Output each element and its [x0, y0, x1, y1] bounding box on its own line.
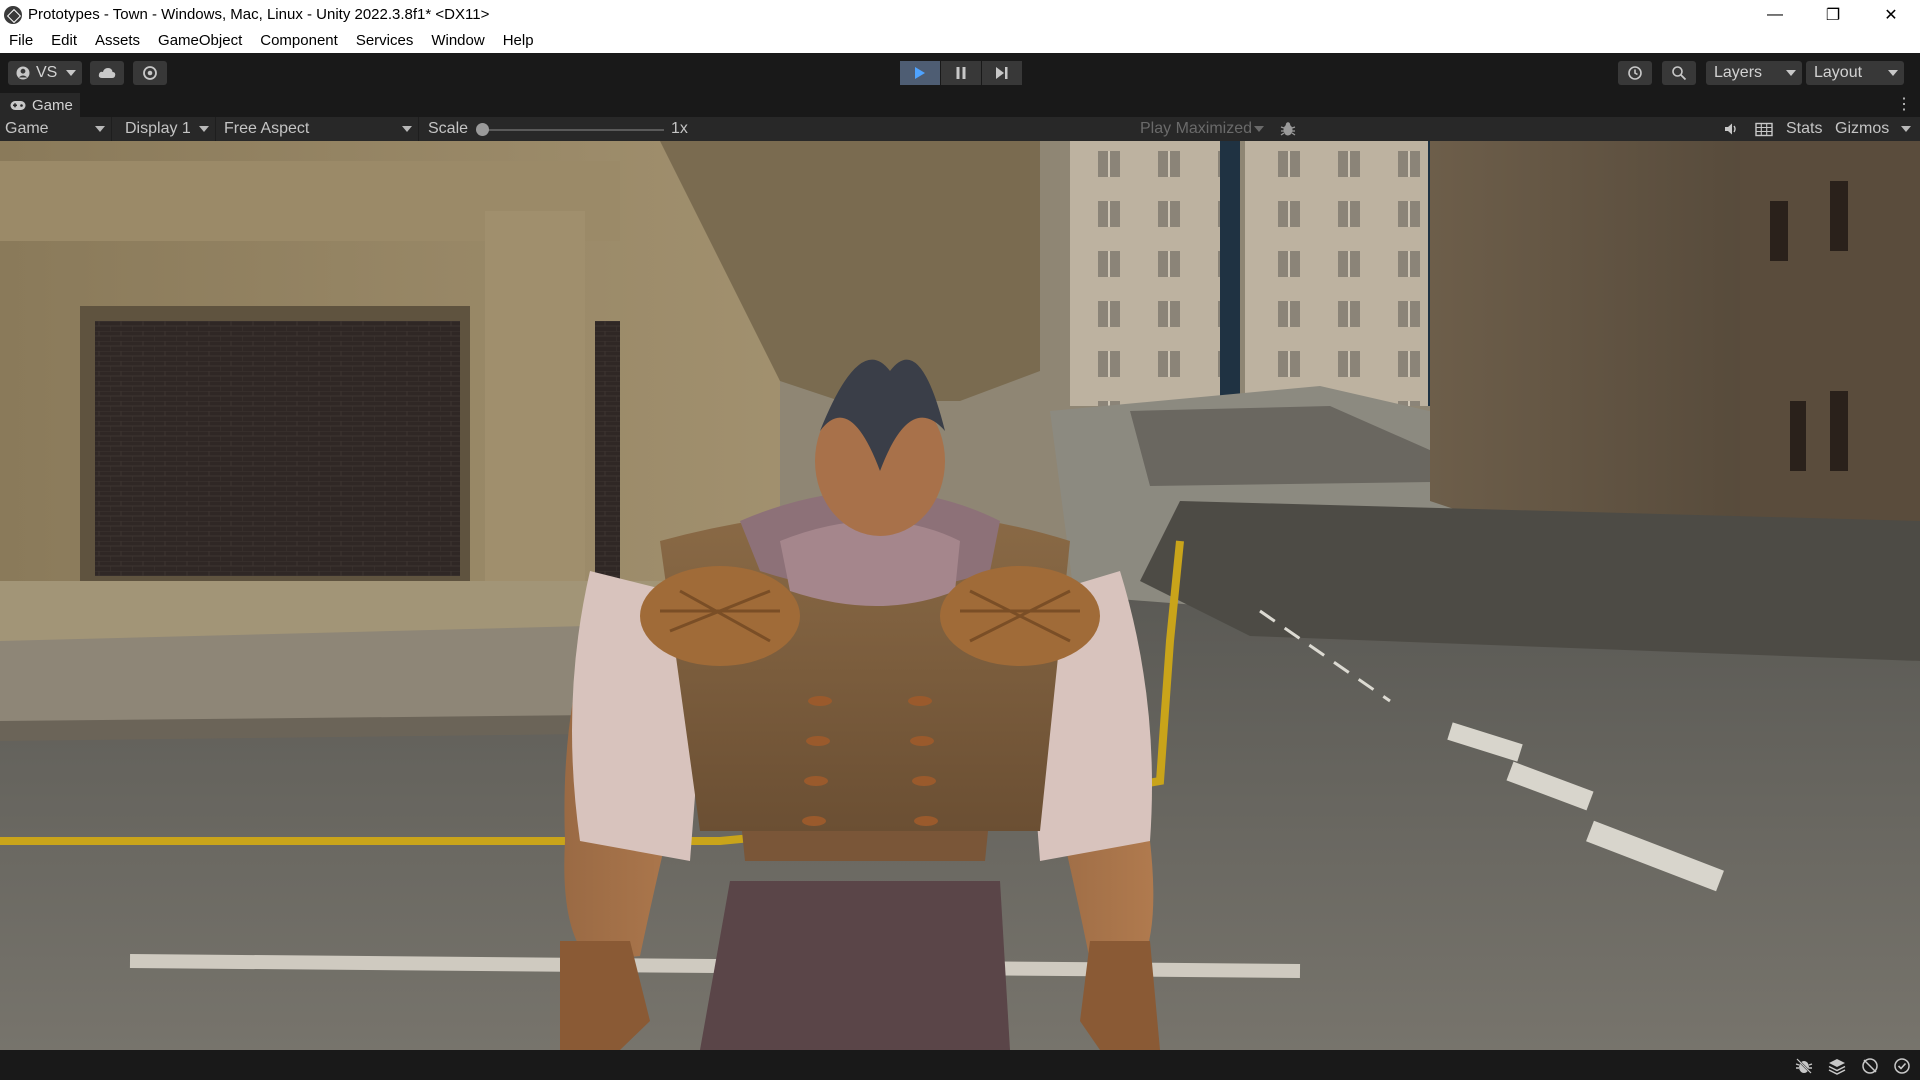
menu-file[interactable]: File: [0, 29, 42, 53]
chevron-down-icon: [199, 126, 209, 132]
layout-label: Layout: [1814, 64, 1863, 81]
view-mode-dropdown[interactable]: Game: [0, 117, 112, 141]
account-label: VS: [36, 64, 58, 81]
grid-button[interactable]: [1755, 121, 1773, 137]
menu-window[interactable]: Window: [422, 29, 493, 53]
tab-game-label: Game: [32, 96, 73, 114]
chevron-down-icon: [1254, 126, 1264, 132]
game-scene: [0, 141, 1920, 1050]
tab-strip: Game ⋮: [0, 93, 1920, 117]
history-icon: [1628, 66, 1642, 80]
pause-icon: [956, 67, 966, 79]
close-button[interactable]: ✕: [1862, 0, 1920, 29]
frame-debugger-button[interactable]: [1280, 121, 1296, 137]
aspect-label: Free Aspect: [224, 120, 310, 137]
tab-game[interactable]: Game: [0, 93, 80, 117]
menu-component[interactable]: Component: [251, 29, 347, 53]
bug-icon: [1280, 122, 1296, 136]
minimize-button[interactable]: —: [1746, 0, 1804, 29]
mute-audio-button[interactable]: [1723, 121, 1739, 137]
menu-edit[interactable]: Edit: [42, 29, 86, 53]
gamepad-icon: [10, 100, 26, 110]
grid-icon: [1755, 122, 1773, 137]
pause-button[interactable]: [941, 61, 981, 85]
scale-value: 1x: [671, 120, 688, 137]
chevron-down-icon: [402, 126, 412, 132]
aspect-dropdown[interactable]: Free Aspect: [219, 117, 419, 141]
history-button[interactable]: [1618, 61, 1652, 85]
network-icon[interactable]: [1861, 1057, 1879, 1075]
display-label: Display 1: [125, 120, 191, 137]
account-icon: [16, 66, 30, 80]
play-icon: [915, 67, 925, 79]
play-mode-label: Play Maximized: [1140, 120, 1253, 137]
chevron-down-icon: [95, 126, 105, 132]
layers-status-icon[interactable]: [1828, 1057, 1846, 1075]
main-toolbar: VS Layers Layout: [0, 53, 1920, 93]
audio-icon: [1725, 123, 1736, 135]
restore-button[interactable]: ❐: [1804, 0, 1862, 29]
chevron-down-icon: [66, 70, 76, 76]
layers-label: Layers: [1714, 64, 1763, 81]
play-controls: [900, 61, 1023, 85]
play-button[interactable]: [900, 61, 940, 85]
layout-dropdown[interactable]: Layout: [1806, 61, 1904, 85]
title-bar: Prototypes - Town - Windows, Mac, Linux …: [0, 0, 1920, 29]
scale-label: Scale: [428, 120, 469, 137]
menu-help[interactable]: Help: [494, 29, 543, 53]
search-button[interactable]: [1662, 61, 1696, 85]
stats-button[interactable]: Stats: [1786, 117, 1822, 141]
collab-settings-icon: [143, 66, 157, 80]
menu-gameobject[interactable]: GameObject: [149, 29, 251, 53]
account-dropdown[interactable]: VS: [8, 61, 82, 85]
cloud-button[interactable]: [90, 61, 124, 85]
menu-assets[interactable]: Assets: [86, 29, 149, 53]
search-icon: [1672, 66, 1687, 81]
step-icon: [996, 67, 1008, 79]
unity-logo-icon: [4, 5, 22, 24]
gizmos-button[interactable]: Gizmos: [1835, 117, 1889, 141]
gizmos-dropdown[interactable]: [1895, 117, 1917, 141]
chevron-down-icon: [1786, 70, 1796, 76]
step-button[interactable]: [982, 61, 1022, 85]
collab-settings-button[interactable]: [133, 61, 167, 85]
layers-dropdown[interactable]: Layers: [1706, 61, 1802, 85]
menu-bar: File Edit Assets GameObject Component Se…: [0, 29, 1920, 53]
cloud-icon: [98, 68, 116, 78]
game-view-bar: Game Display 1 Free Aspect Scale 1x Play…: [0, 117, 1920, 141]
menu-services[interactable]: Services: [347, 29, 423, 53]
scale-slider-handle[interactable]: [476, 123, 489, 136]
view-mode-label: Game: [5, 120, 49, 137]
play-mode-dropdown[interactable]: Play Maximized: [1135, 117, 1270, 141]
bug-icon[interactable]: [1795, 1057, 1813, 1075]
display-dropdown[interactable]: Display 1: [120, 117, 216, 141]
status-bar: [0, 1050, 1920, 1080]
scale-slider-track[interactable]: [484, 129, 664, 131]
window-title: Prototypes - Town - Windows, Mac, Linux …: [28, 6, 490, 23]
chevron-down-icon: [1901, 126, 1911, 132]
more-options-icon[interactable]: ⋮: [1896, 97, 1912, 113]
game-viewport[interactable]: [0, 141, 1920, 1050]
check-circle-icon[interactable]: [1893, 1057, 1911, 1075]
chevron-down-icon: [1888, 70, 1898, 76]
